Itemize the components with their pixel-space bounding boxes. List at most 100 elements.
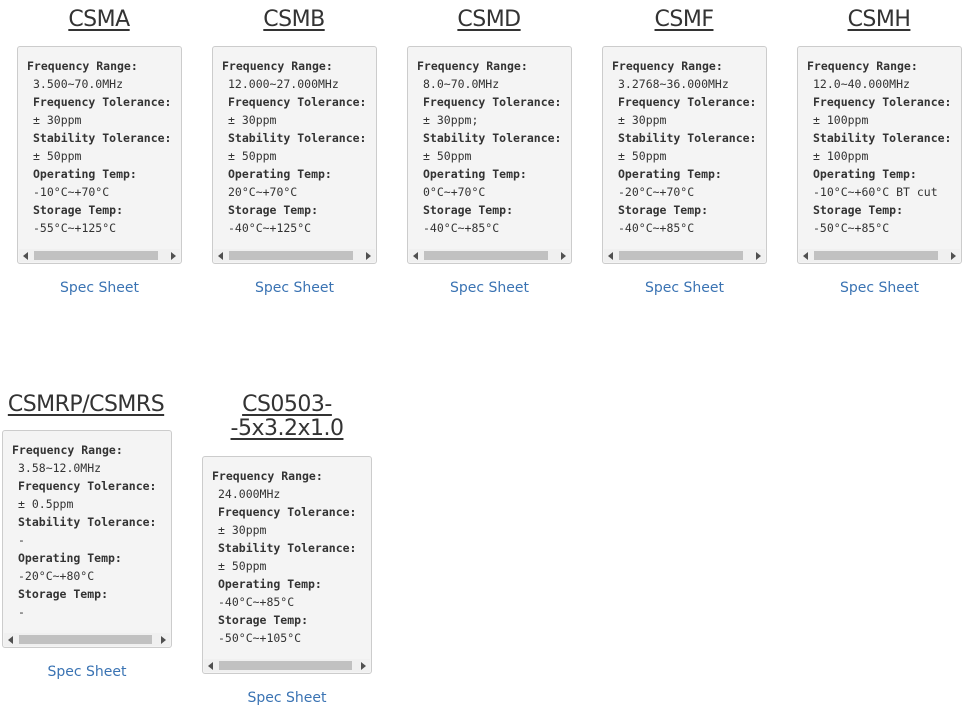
scroll-left-arrow-icon[interactable] (218, 252, 223, 260)
spec-sheet-link[interactable]: Spec Sheet (407, 280, 572, 296)
spec-box-csmb[interactable]: Frequency Range: 12.000~27.000MHz Freque… (212, 46, 377, 264)
value-operating-temp: -40°C~+85°C (218, 595, 295, 609)
scroll-right-arrow-icon[interactable] (366, 252, 371, 260)
spec-sheet-link[interactable]: Spec Sheet (797, 280, 962, 296)
label-storage-temp: Storage Temp: (218, 613, 309, 627)
spec-sheet-link[interactable]: Spec Sheet (2, 664, 172, 680)
value-frequency-range: 3.2768~36.000MHz (618, 77, 729, 91)
scroll-left-arrow-icon[interactable] (8, 636, 13, 644)
value-frequency-tolerance: ± 0.5ppm (18, 497, 74, 511)
scroll-thumb[interactable] (219, 661, 352, 670)
value-storage-temp: - (18, 605, 25, 619)
spec-sheet-link[interactable]: Spec Sheet (202, 690, 372, 706)
spec-box-csmrp-csmrs[interactable]: Frequency Range: 3.58~12.0MHz Frequency … (2, 430, 172, 648)
label-stability-tolerance: Stability Tolerance: (33, 131, 172, 145)
label-operating-temp: Operating Temp: (423, 167, 527, 181)
scroll-left-arrow-icon[interactable] (803, 252, 808, 260)
spec-box-csmh[interactable]: Frequency Range: 12.0~40.000MHz Frequenc… (797, 46, 962, 264)
label-storage-temp: Storage Temp: (618, 203, 709, 217)
value-storage-temp: -40°C~+85°C (423, 221, 500, 235)
scroll-right-arrow-icon[interactable] (951, 252, 956, 260)
product-title[interactable]: CSMA (14, 8, 184, 32)
value-storage-temp: -50°C~+85°C (813, 221, 890, 235)
scroll-thumb[interactable] (619, 251, 743, 260)
value-frequency-tolerance: ± 30ppm (33, 113, 82, 127)
product-card-csmh: CSMH (794, 8, 963, 32)
label-stability-tolerance: Stability Tolerance: (813, 131, 952, 145)
scroll-thumb[interactable] (229, 251, 353, 260)
horizontal-scrollbar[interactable] (214, 249, 375, 262)
product-card-csmf: CSMF (599, 8, 769, 32)
spec-box-csmd[interactable]: Frequency Range: 8.0~70.0MHz Frequency T… (407, 46, 572, 264)
scroll-right-arrow-icon[interactable] (361, 662, 366, 670)
value-stability-tolerance: ± 50ppm (228, 149, 277, 163)
spec-sheet-link[interactable]: Spec Sheet (212, 280, 377, 296)
scroll-right-arrow-icon[interactable] (756, 252, 761, 260)
value-stability-tolerance: ± 50ppm (423, 149, 472, 163)
label-stability-tolerance: Stability Tolerance: (618, 131, 757, 145)
value-frequency-range: 12.0~40.000MHz (813, 77, 910, 91)
label-storage-temp: Storage Temp: (33, 203, 124, 217)
label-frequency-range: Frequency Range: (417, 59, 528, 73)
value-storage-temp: -40°C~+85°C (618, 221, 695, 235)
scroll-right-arrow-icon[interactable] (161, 636, 166, 644)
product-card-csmrp-csmrs: CSMRP/CSMRS (0, 393, 172, 417)
product-title-line-1[interactable]: CS0503- (202, 393, 372, 417)
value-stability-tolerance: ± 50ppm (218, 559, 267, 573)
scroll-thumb[interactable] (19, 635, 152, 644)
label-storage-temp: Storage Temp: (813, 203, 904, 217)
label-operating-temp: Operating Temp: (18, 551, 122, 565)
label-stability-tolerance: Stability Tolerance: (423, 131, 562, 145)
horizontal-scrollbar[interactable] (409, 249, 570, 262)
scroll-thumb[interactable] (34, 251, 158, 260)
value-operating-temp: -20°C~+70°C (618, 185, 695, 199)
scroll-left-arrow-icon[interactable] (608, 252, 613, 260)
value-frequency-range: 3.58~12.0MHz (18, 461, 102, 475)
value-operating-temp: 20°C~+70°C (228, 185, 298, 199)
horizontal-scrollbar[interactable] (19, 249, 180, 262)
horizontal-scrollbar[interactable] (4, 633, 170, 646)
scroll-left-arrow-icon[interactable] (23, 252, 28, 260)
label-operating-temp: Operating Temp: (813, 167, 917, 181)
label-frequency-range: Frequency Range: (612, 59, 723, 73)
value-storage-temp: -40°C~+125°C (228, 221, 312, 235)
label-operating-temp: Operating Temp: (228, 167, 332, 181)
value-frequency-tolerance: ± 100ppm (813, 113, 869, 127)
label-operating-temp: Operating Temp: (618, 167, 722, 181)
spec-text: Frequency Range: 3.58~12.0MHz Frequency … (12, 441, 171, 621)
product-card-csmb: CSMB (209, 8, 379, 32)
product-title[interactable]: CSMB (209, 8, 379, 32)
scroll-thumb[interactable] (814, 251, 938, 260)
product-title-line-2[interactable]: -5x3.2x1.0 (202, 417, 372, 441)
horizontal-scrollbar[interactable] (204, 659, 370, 672)
label-frequency-tolerance: Frequency Tolerance: (218, 505, 357, 519)
value-frequency-range: 12.000~27.000MHz (228, 77, 339, 91)
product-title[interactable]: CSMF (599, 8, 769, 32)
spec-text: Frequency Range: 24.000MHz Frequency Tol… (212, 467, 371, 647)
scroll-right-arrow-icon[interactable] (171, 252, 176, 260)
product-title[interactable]: CSMH (794, 8, 963, 32)
spec-box-cs0503[interactable]: Frequency Range: 24.000MHz Frequency Tol… (202, 456, 372, 674)
spec-box-csmf[interactable]: Frequency Range: 3.2768~36.000MHz Freque… (602, 46, 767, 264)
scroll-left-arrow-icon[interactable] (208, 662, 213, 670)
product-card-csmd: CSMD (404, 8, 574, 32)
value-frequency-tolerance: ± 30ppm (218, 523, 267, 537)
scroll-right-arrow-icon[interactable] (561, 252, 566, 260)
spec-sheet-link[interactable]: Spec Sheet (602, 280, 767, 296)
scroll-thumb[interactable] (424, 251, 548, 260)
product-title[interactable]: CSMD (404, 8, 574, 32)
product-title[interactable]: CSMRP/CSMRS (0, 393, 172, 417)
spec-box-csma[interactable]: Frequency Range: 3.500~70.0MHz Frequency… (17, 46, 182, 264)
label-stability-tolerance: Stability Tolerance: (228, 131, 367, 145)
horizontal-scrollbar[interactable] (604, 249, 765, 262)
label-stability-tolerance: Stability Tolerance: (218, 541, 357, 555)
horizontal-scrollbar[interactable] (799, 249, 960, 262)
scroll-left-arrow-icon[interactable] (413, 252, 418, 260)
value-operating-temp: -20°C~+80°C (18, 569, 95, 583)
value-operating-temp: -10°C~+70°C (33, 185, 110, 199)
label-storage-temp: Storage Temp: (423, 203, 514, 217)
label-operating-temp: Operating Temp: (33, 167, 137, 181)
spec-sheet-link[interactable]: Spec Sheet (17, 280, 182, 296)
spec-text: Frequency Range: 8.0~70.0MHz Frequency T… (417, 57, 571, 237)
value-stability-tolerance: ± 50ppm (618, 149, 667, 163)
